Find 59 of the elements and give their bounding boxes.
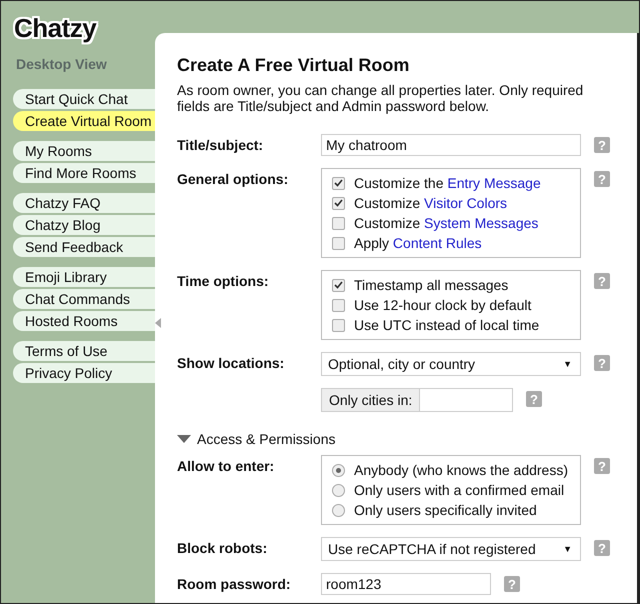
pointer-icon (155, 318, 161, 328)
option-label: Apply Content Rules (354, 235, 482, 251)
sidebar-item[interactable]: Find More Rooms (13, 163, 155, 183)
field-label: Block robots: (177, 540, 268, 556)
checkbox[interactable] (332, 196, 345, 210)
sidebar-item[interactable]: Start Quick Chat (13, 89, 155, 109)
field-label: Time options: (177, 273, 269, 289)
field-label: Title/subject: (177, 137, 264, 153)
sidebar-item[interactable]: Hosted Rooms (13, 311, 155, 331)
option-label: Use 12-hour clock by default (354, 297, 532, 313)
select-field[interactable]: Optional, city or country ▼ (321, 352, 581, 376)
sidebar-item[interactable]: Chatzy Blog (13, 215, 155, 235)
input-field[interactable]: Only cities in: (321, 388, 513, 412)
option-link[interactable]: Content Rules (392, 235, 482, 251)
option-label: Timestamp all messages (354, 277, 508, 293)
sidebar-item[interactable]: Create Virtual Room (13, 111, 155, 131)
view-label: Desktop View (16, 56, 107, 72)
option-label: Anybody (who knows the address) (354, 462, 568, 478)
sidebar-item[interactable]: Emoji Library (13, 267, 155, 287)
radio-button[interactable] (332, 464, 345, 476)
checkbox[interactable] (332, 318, 345, 332)
triangle-icon (177, 435, 191, 443)
checkbox[interactable] (332, 216, 345, 230)
option-label: Customize Visitor Colors (354, 195, 508, 211)
section-toggle[interactable]: Access & Permissions (177, 431, 637, 447)
sidebar-item[interactable]: Chatzy FAQ (13, 193, 155, 213)
sidebar-item[interactable]: Send Feedback (13, 237, 155, 257)
checkmark-icon (334, 281, 343, 289)
sidebar-item[interactable]: My Rooms (13, 141, 155, 161)
field-label: General options: (177, 171, 288, 187)
radio-dot-icon (336, 468, 341, 472)
option-link[interactable]: Visitor Colors (424, 195, 508, 211)
option-label: Only users with a confirmed email (354, 482, 564, 498)
checkbox[interactable] (332, 298, 345, 312)
radio-button[interactable] (332, 504, 345, 516)
option-label: Customize System Messages (354, 215, 538, 231)
sidebar-item[interactable]: Privacy Policy (13, 363, 155, 383)
checkbox[interactable] (332, 176, 345, 190)
option-link[interactable]: System Messages (424, 215, 538, 231)
radio-button[interactable] (332, 484, 345, 496)
option-link[interactable]: Entry Message (447, 175, 541, 191)
option-label: Customize the Entry Message (354, 175, 541, 191)
option-label: Use UTC instead of local time (354, 317, 540, 333)
checkbox[interactable] (332, 236, 345, 250)
sidebar-item[interactable]: Terms of Use (13, 341, 155, 361)
option-label: Only users specifically invited (354, 502, 537, 518)
field-label: Show locations: (177, 355, 284, 371)
input-field[interactable]: My chatroom (321, 134, 581, 156)
checkbox[interactable] (332, 278, 345, 292)
checkmark-icon (334, 179, 343, 187)
page-title: Create A Free Virtual Room (177, 55, 410, 76)
checkmark-icon (334, 199, 343, 207)
field-label: Room password: (177, 576, 291, 592)
input-field[interactable]: room123 (321, 573, 491, 595)
select-field[interactable]: Use reCAPTCHA if not registered ▼ (321, 537, 581, 561)
intro-text: As room owner, you can change all properties later. Only required fields are Title/subject and Admin password below. (177, 82, 584, 114)
field-label: Allow to enter: (177, 458, 274, 474)
logo: Chatzy (14, 13, 96, 44)
sidebar-item[interactable]: Chat Commands (13, 289, 155, 309)
